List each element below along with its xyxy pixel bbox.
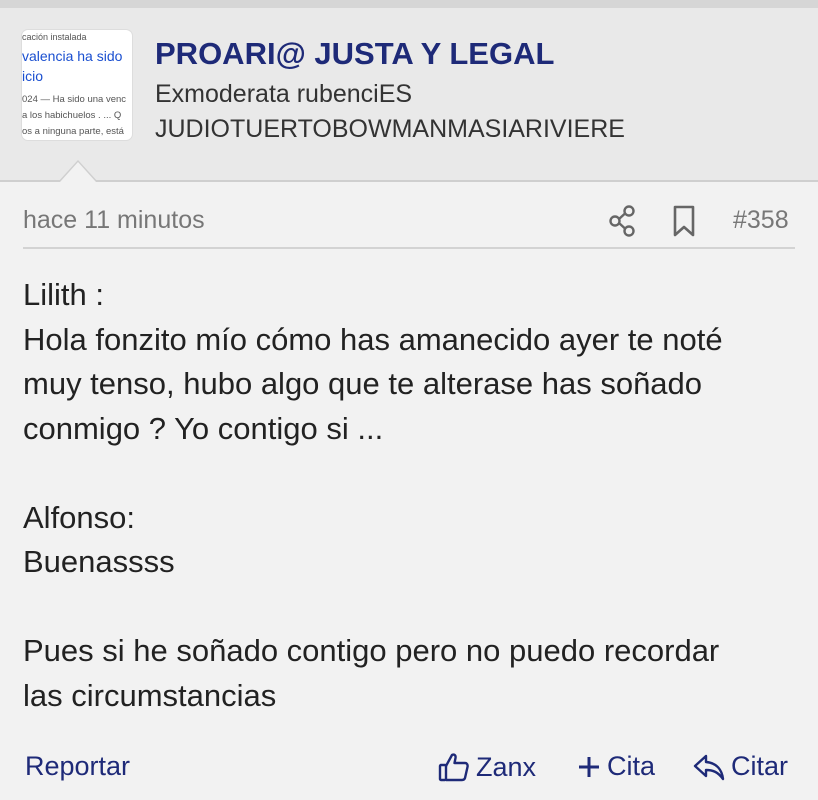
thread-title[interactable]: PROARI@ JUSTA Y LEGAL xyxy=(155,36,554,72)
header-pointer-fill xyxy=(60,162,96,182)
post-line: Pues si he soñado contigo pero no puedo … xyxy=(23,633,720,668)
reply-label: Citar xyxy=(731,751,789,781)
post-line: Buenassss xyxy=(23,544,175,579)
avatar-text-line: os a ninguna parte, está xyxy=(22,126,124,137)
post-line: las circumstancias xyxy=(23,677,277,713)
post-line: Hola fonzito mío cómo has amanecido ayer… xyxy=(23,321,723,357)
multiquote-button[interactable]: Cita xyxy=(577,751,655,782)
avatar-text-line: 024 — Ha sido una venc xyxy=(22,94,127,105)
post-actions: Reportar Zanx Cita Citar xyxy=(0,745,818,793)
plus-icon xyxy=(579,756,599,777)
post-timestamp: hace 11 minutos xyxy=(23,206,205,234)
thread-header: cación instalada valencia ha sido icio 0… xyxy=(0,8,818,182)
post-number[interactable]: #358 xyxy=(733,206,789,235)
multiquote-label: Cita xyxy=(607,751,656,781)
report-button[interactable]: Reportar xyxy=(25,751,130,782)
thread-subtitle-line-1: Exmoderata rubenciES xyxy=(155,80,413,108)
reply-icon xyxy=(693,754,725,780)
reply-button[interactable]: Citar xyxy=(693,751,788,782)
top-border xyxy=(0,0,818,8)
bookmark-icon[interactable] xyxy=(668,204,700,238)
post-line: muy tenso, hubo algo que te alterase has… xyxy=(23,366,703,401)
avatar-text-line: icio xyxy=(22,68,44,84)
post-line: Alfonso: xyxy=(23,499,136,535)
post-divider xyxy=(23,247,795,249)
like-label: Zanx xyxy=(476,751,537,782)
avatar-text-line: a los habichuelos . ... Q xyxy=(22,110,122,121)
avatar-text-line: valencia ha sido xyxy=(22,48,123,64)
thread-avatar[interactable]: cación instalada valencia ha sido icio 0… xyxy=(22,30,132,140)
share-icon[interactable] xyxy=(606,204,638,238)
post-body: Lilith : Hola fonzito mío cómo has amane… xyxy=(23,273,813,718)
thread-subtitle-line-2: JUDIOTUERTOBOWMANMASIARIVIERE xyxy=(155,115,625,143)
avatar-text-line: cación instalada xyxy=(22,32,87,42)
post-line: conmigo ? Yo contigo si ... xyxy=(23,410,384,446)
thumbs-up-icon xyxy=(438,753,469,782)
like-button[interactable]: Zanx xyxy=(438,751,536,783)
post-line: Lilith : xyxy=(23,277,104,312)
